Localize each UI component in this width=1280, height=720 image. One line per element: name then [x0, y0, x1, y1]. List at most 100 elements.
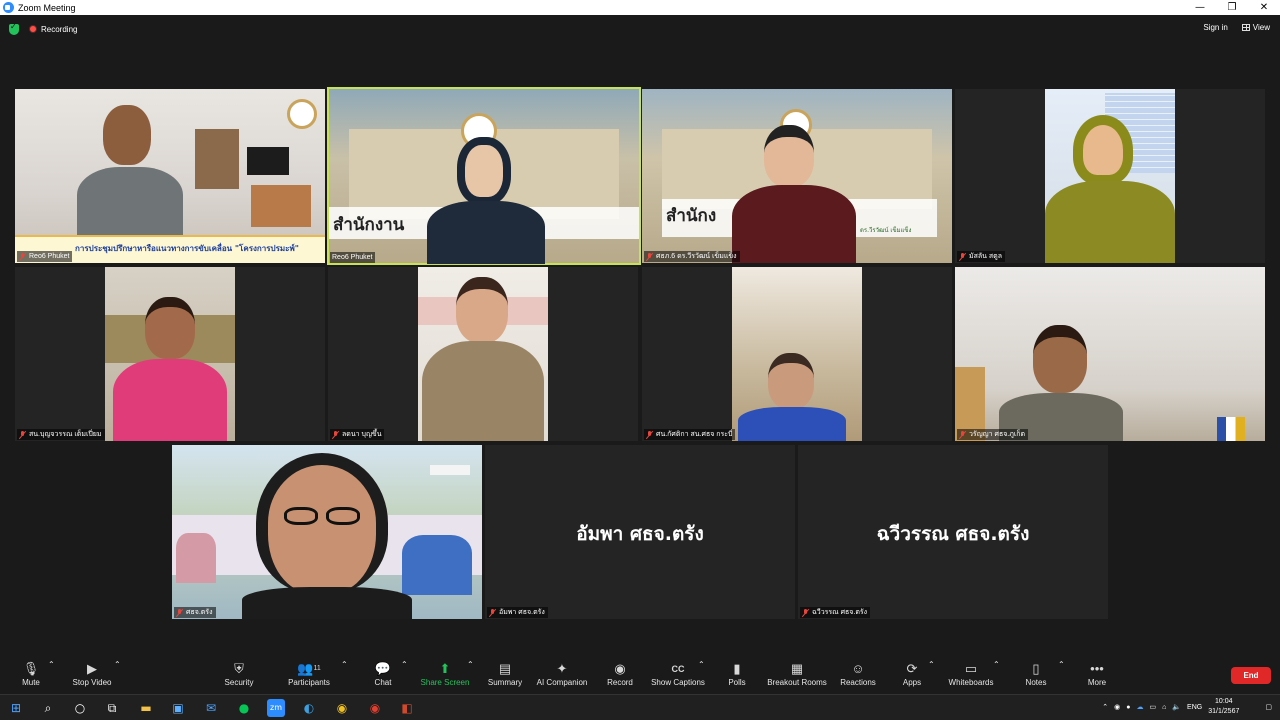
window-title: Zoom Meeting [18, 2, 76, 13]
video-feed [732, 267, 862, 441]
participant-nametag: Reo6 Phuket [17, 251, 73, 262]
ai-companion-button[interactable]: ✦ AI Companion [536, 660, 588, 687]
notes-button[interactable]: ▯ Notes [1024, 660, 1048, 687]
participants-button[interactable]: 👥11 Participants [286, 660, 332, 687]
summary-button[interactable]: ▤ Summary [484, 660, 526, 687]
video-feed [418, 267, 548, 441]
file-explorer-icon[interactable]: ▬ [137, 699, 155, 717]
video-tile[interactable]: สน.บุญจวรรณ เต็มเปี่ยม [15, 267, 325, 441]
person-body [738, 407, 846, 441]
close-icon[interactable]: ✕ [1248, 0, 1280, 15]
mic-muted-icon [176, 608, 183, 617]
cortana-icon[interactable]: ○ [71, 699, 89, 717]
notes-options-chevron-icon[interactable]: ⌃ [1058, 660, 1065, 669]
mic-muted-icon [646, 252, 653, 261]
tray-zoom-icon[interactable]: ● [1126, 704, 1130, 711]
flags [1217, 417, 1245, 441]
mic-muted-icon [19, 430, 26, 439]
mic-muted-icon [959, 430, 966, 439]
mic-muted-icon [489, 608, 496, 617]
video-feed [172, 445, 482, 619]
video-camera-icon: ▶ [87, 661, 97, 676]
share-screen-button[interactable]: ⬆ Share Screen [418, 660, 472, 687]
glasses-right [326, 507, 360, 525]
video-tile[interactable]: วรัญญา ศธจ.ภูเก็ต [955, 267, 1265, 441]
system-tray: ⌃ ◉ ● ☁ ▭ ⌂ 🔈 ENG 10:04 31/1/2567 ▢ [1102, 697, 1272, 717]
chat-button[interactable]: 💬 Chat [370, 660, 396, 687]
participant-display-name: ฉวีวรรณ ศธจ.ตรัง [876, 523, 1030, 545]
encryption-shield-icon[interactable] [9, 22, 19, 35]
video-tile[interactable]: ศน.กัศติกา สน.ศธจ กระบี่ [642, 267, 952, 441]
battery-icon[interactable]: ▭ [1149, 703, 1156, 711]
share-options-chevron-icon[interactable]: ⌃ [467, 660, 474, 669]
video-tile[interactable]: ลดนา บุญขึ้น [328, 267, 638, 441]
video-tile[interactable]: มัสลัน สตูล [955, 89, 1265, 263]
minimize-icon[interactable]: — [1184, 0, 1216, 15]
video-tile-camera-off[interactable]: ฉวีวรรณ ศธจ.ตรัง ฉวีวรรณ ศธจ.ตรัง [798, 445, 1108, 619]
stop-video-button[interactable]: ▶ Stop Video [68, 660, 116, 687]
mute-options-chevron-icon[interactable]: ⌃ [48, 660, 55, 669]
video-tile-active-speaker[interactable]: สำนักงาน ภาค 6 Reo6 Phuket [327, 87, 641, 265]
person-head [1073, 115, 1133, 185]
record-icon: ◉ [614, 661, 626, 676]
breakout-rooms-button[interactable]: ▦ Breakout Rooms [766, 660, 828, 687]
record-button[interactable]: ◉ Record [604, 660, 636, 687]
line-app-icon[interactable]: ● [235, 699, 253, 717]
tray-chevron-icon[interactable]: ⌃ [1102, 703, 1108, 711]
video-options-chevron-icon[interactable]: ⌃ [114, 660, 121, 669]
polls-button[interactable]: ▮ Polls [724, 660, 750, 687]
security-button[interactable]: ⛨ Security [222, 660, 256, 687]
store-icon[interactable]: ▣ [169, 699, 187, 717]
person-body [422, 341, 544, 441]
notifications-icon[interactable]: ▢ [1265, 703, 1272, 711]
chrome-browser-icon[interactable]: ◉ [333, 699, 351, 717]
summary-document-icon: ▤ [498, 661, 512, 676]
background-person [402, 535, 472, 595]
recording-label: Recording [41, 24, 78, 34]
chat-options-chevron-icon[interactable]: ⌃ [401, 660, 408, 669]
video-tile[interactable]: สำนักง รภาค 6 ดร.วีรวัฒน์ เข็มแข็ง ศธภ.6… [642, 89, 952, 263]
person-body [732, 185, 856, 263]
meeting-topbar: Recording Sign in View [0, 15, 1280, 43]
emblem-icon [287, 99, 317, 129]
apps-button[interactable]: ⟳ Apps [900, 660, 924, 687]
apps-options-chevron-icon[interactable]: ⌃ [928, 660, 935, 669]
mic-muted-icon [19, 252, 26, 261]
recording-dot-icon [29, 25, 37, 33]
network-icon[interactable]: ⌂ [1162, 704, 1166, 711]
participants-options-chevron-icon[interactable]: ⌃ [341, 660, 348, 669]
mute-button[interactable]: 🎙 Mute [16, 660, 46, 687]
mail-icon[interactable]: ✉ [202, 699, 220, 717]
input-language[interactable]: ENG [1187, 704, 1202, 711]
whiteboards-button[interactable]: ▭ Whiteboards [946, 660, 996, 687]
volume-icon[interactable]: 🔈 [1172, 703, 1181, 711]
end-meeting-button[interactable]: End [1231, 667, 1271, 684]
restore-icon[interactable]: ❐ [1216, 0, 1248, 15]
participant-nametag: ศน.กัศติกา สน.ศธจ กระบี่ [644, 429, 736, 440]
edge-browser-icon[interactable]: ◐ [300, 699, 318, 717]
tray-app-icon[interactable]: ◉ [1114, 703, 1120, 711]
reactions-button[interactable]: ☺ Reactions [838, 660, 878, 687]
powerpoint-icon[interactable]: ◧ [398, 699, 416, 717]
whiteboards-options-chevron-icon[interactable]: ⌃ [993, 660, 1000, 669]
search-icon[interactable]: ⌕ [39, 699, 57, 717]
person-head [456, 277, 508, 343]
microphone-icon: 🎙 [22, 661, 40, 676]
recording-indicator[interactable]: Recording [29, 25, 77, 34]
clock[interactable]: 10:04 31/1/2567 [1208, 697, 1239, 717]
video-tile[interactable]: ศธจ.ตรัง [172, 445, 482, 619]
task-view-icon[interactable]: ⧉ [103, 699, 121, 717]
mic-muted-icon [332, 430, 339, 439]
captions-options-chevron-icon[interactable]: ⌃ [698, 660, 705, 669]
person-body [77, 167, 183, 237]
windows-start-icon[interactable]: ⊞ [7, 699, 25, 717]
video-tile[interactable]: การประชุมปรึกษาหารือแนวทางการขับเคลื่อน … [15, 89, 325, 263]
video-tile-camera-off[interactable]: อัมพา ศธจ.ตรัง อัมพา ศธจ.ตรัง [485, 445, 795, 619]
chrome-profile-icon[interactable]: ◉ [366, 699, 384, 717]
view-button[interactable]: View [1241, 23, 1270, 32]
sign-in-link[interactable]: Sign in [1203, 23, 1227, 32]
more-button[interactable]: ••• More [1084, 660, 1110, 687]
zoom-app-icon[interactable]: zm [267, 699, 285, 717]
shield-icon: ⛨ [234, 661, 244, 676]
onedrive-icon[interactable]: ☁ [1136, 703, 1143, 711]
